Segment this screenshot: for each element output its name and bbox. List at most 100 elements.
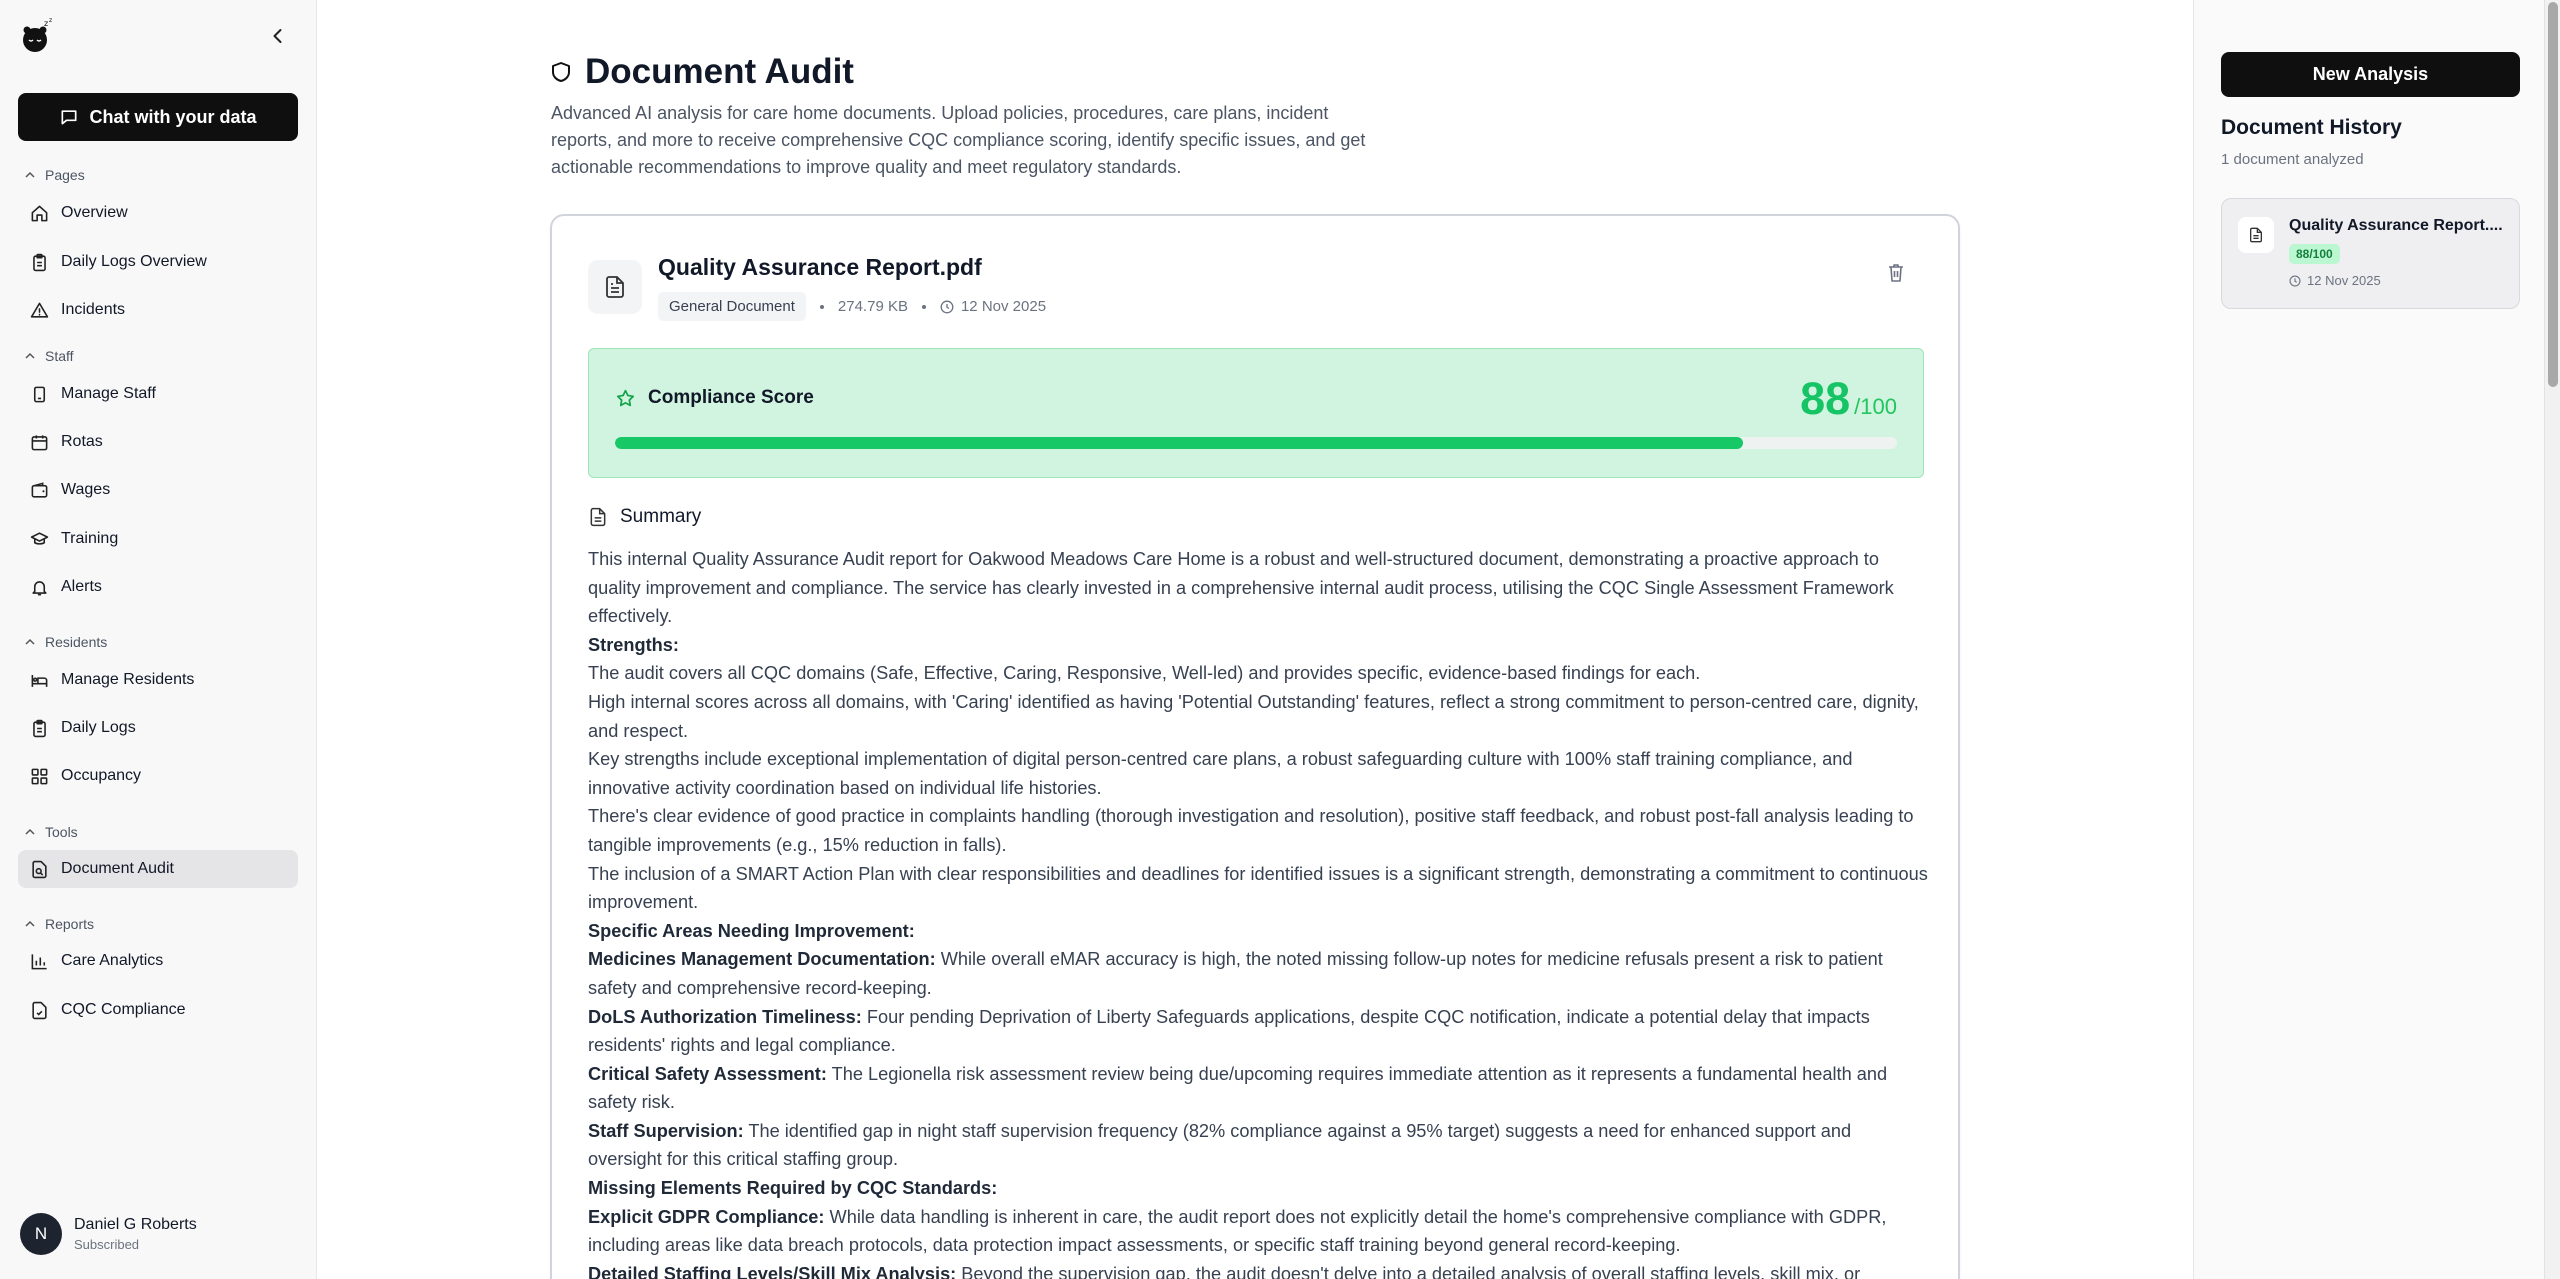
sidebar-item-overview[interactable]: Overview	[18, 194, 298, 232]
user-name: Daniel G Roberts	[74, 1216, 197, 1233]
sidebar-item-label: CQC Compliance	[61, 1001, 186, 1018]
sidebar-item-label: Manage Residents	[61, 671, 195, 688]
document-size: 274.79 KB	[837, 298, 908, 315]
compliance-score-heading: Compliance Score	[615, 387, 814, 409]
sidebar-item-label: Training	[61, 530, 119, 547]
section-tools-label: Tools	[45, 824, 78, 840]
summary-line: DoLS Authorization Timeliness: Four pend…	[588, 1003, 1928, 1060]
chevron-up-icon	[25, 828, 35, 835]
bear-logo-icon[interactable]: z z	[20, 18, 54, 54]
history-item[interactable]: Quality Assurance Report.... 88/100 12 N…	[2221, 198, 2520, 309]
alert-triangle-icon	[30, 302, 49, 318]
summary-line: Explicit GDPR Compliance: While data han…	[588, 1203, 1928, 1260]
file-search-icon	[32, 860, 47, 878]
sidebar-item-daily-logs[interactable]: Daily Logs	[18, 709, 298, 747]
section-tools-toggle[interactable]: Tools	[24, 824, 78, 840]
chevron-left-icon[interactable]	[268, 26, 288, 46]
sidebar-item-label: Wages	[61, 481, 111, 498]
document-date-text: 12 Nov 2025	[960, 298, 1047, 315]
sidebar-item-manage-residents[interactable]: Manage Residents	[18, 661, 298, 699]
summary-text: This internal Quality Assurance Audit re…	[588, 545, 1928, 1279]
svg-text:z: z	[49, 18, 52, 24]
summary-line: High internal scores across all domains,…	[588, 688, 1928, 745]
summary-line: There's clear evidence of good practice …	[588, 802, 1928, 859]
document-history-panel: New Analysis Document History 1 document…	[2193, 0, 2544, 1279]
new-analysis-button[interactable]: New Analysis	[2221, 52, 2520, 97]
summary-line: Staff Supervision: The identified gap in…	[588, 1117, 1928, 1174]
file-check-icon	[32, 1001, 47, 1019]
badge-icon	[33, 386, 46, 402]
chat-button-label: Chat with your data	[89, 106, 257, 127]
chat-with-data-button[interactable]: Chat with your data	[18, 93, 298, 141]
sidebar-item-label: Daily Logs Overview	[61, 253, 207, 270]
summary-line: Critical Safety Assessment: The Legionel…	[588, 1060, 1928, 1117]
sidebar-item-daily-logs-overview[interactable]: Daily Logs Overview	[18, 243, 298, 281]
compliance-progress-fill	[615, 437, 1744, 449]
meta-separator	[819, 304, 824, 309]
sidebar-item-manage-staff[interactable]: Manage Staff	[18, 375, 298, 413]
summary-line-text: This internal Quality Assurance Audit re…	[588, 549, 1894, 627]
file-text-icon	[590, 507, 606, 527]
page-description: Advanced AI analysis for care home docum…	[551, 103, 1366, 177]
history-item-score-badge: 88/100	[2289, 244, 2340, 264]
section-staff-label: Staff	[45, 348, 74, 364]
sidebar-item-label: Occupancy	[61, 767, 142, 784]
section-residents-toggle[interactable]: Residents	[24, 634, 107, 650]
clipboard-icon	[33, 719, 46, 737]
summary-line: Specific Areas Needing Improvement:	[588, 917, 1928, 946]
summary-line-heading: Detailed Staffing Levels/Skill Mix Analy…	[588, 1263, 957, 1279]
history-item-date-text: 12 Nov 2025	[2307, 273, 2381, 288]
audit-result-card: Quality Assurance Report.pdf General Doc…	[550, 214, 1960, 1279]
bed-icon	[31, 674, 48, 687]
sidebar-item-incidents[interactable]: Incidents	[18, 291, 298, 329]
sidebar-item-cqc-compliance[interactable]: CQC Compliance	[18, 991, 298, 1029]
summary-line-text: The audit covers all CQC domains (Safe, …	[588, 663, 1701, 684]
section-reports-toggle[interactable]: Reports	[24, 916, 94, 932]
document-type-badge: General Document	[658, 292, 806, 321]
avatar: N	[20, 1213, 62, 1255]
summary-line-heading: Missing Elements Required by CQC Standar…	[588, 1178, 998, 1199]
user-subscription-status: Subscribed	[74, 1237, 140, 1252]
sidebar-item-label: Document Audit	[61, 860, 174, 877]
summary-line-text: The inclusion of a SMART Action Plan wit…	[588, 863, 1928, 913]
sidebar-item-document-audit[interactable]: Document Audit	[18, 850, 298, 888]
user-profile[interactable]: N Daniel G Roberts Subscribed	[20, 1213, 197, 1255]
page-scrollbar[interactable]	[2544, 0, 2560, 1279]
sidebar-item-care-analytics[interactable]: Care Analytics	[18, 942, 298, 980]
section-staff-toggle[interactable]: Staff	[24, 348, 74, 364]
chevron-up-icon	[25, 920, 35, 927]
sidebar-item-rotas[interactable]: Rotas	[18, 423, 298, 461]
summary-line: Key strengths include exceptional implem…	[588, 745, 1928, 802]
compliance-score-label: Compliance Score	[648, 387, 814, 408]
section-reports-label: Reports	[45, 916, 95, 932]
message-square-icon	[61, 110, 77, 125]
clipboard-icon	[33, 253, 46, 271]
bell-icon	[32, 580, 47, 595]
scrollbar-thumb[interactable]	[2548, 2, 2558, 387]
trash-icon[interactable]	[1886, 262, 1906, 284]
sidebar-item-occupancy[interactable]: Occupancy	[18, 757, 298, 795]
star-icon	[616, 389, 635, 406]
summary-line: Missing Elements Required by CQC Standar…	[588, 1174, 1928, 1203]
sidebar-item-wages[interactable]: Wages	[18, 471, 298, 509]
document-meta: General Document 274.79 KB 12 Nov 2025	[658, 292, 1046, 321]
history-item-name: Quality Assurance Report....	[2289, 217, 2503, 234]
compliance-score-value: 88 /100	[1800, 373, 1897, 425]
sidebar-item-label: Overview	[61, 204, 128, 221]
summary-line-text: High internal scores across all domains,…	[588, 691, 1919, 741]
sidebar-item-training[interactable]: Training	[18, 520, 298, 558]
summary-line: Medicines Management Documentation: Whil…	[588, 945, 1928, 1002]
sidebar: z z Chat with your data Pages Overview D…	[0, 0, 317, 1279]
home-icon	[31, 205, 48, 221]
summary-line: Strengths:	[588, 631, 1928, 660]
sidebar-item-alerts[interactable]: Alerts	[18, 568, 298, 606]
wallet-icon	[31, 481, 48, 498]
bar-chart-icon	[31, 953, 47, 969]
section-pages-toggle[interactable]: Pages	[24, 167, 85, 183]
score-number: 88	[1800, 373, 1851, 424]
shield-icon	[552, 62, 570, 82]
section-residents-label: Residents	[45, 634, 108, 650]
summary-line: Detailed Staffing Levels/Skill Mix Analy…	[588, 1260, 1928, 1279]
summary-line-heading: Critical Safety Assessment:	[588, 1063, 827, 1084]
page-header: Document Audit	[551, 52, 854, 92]
